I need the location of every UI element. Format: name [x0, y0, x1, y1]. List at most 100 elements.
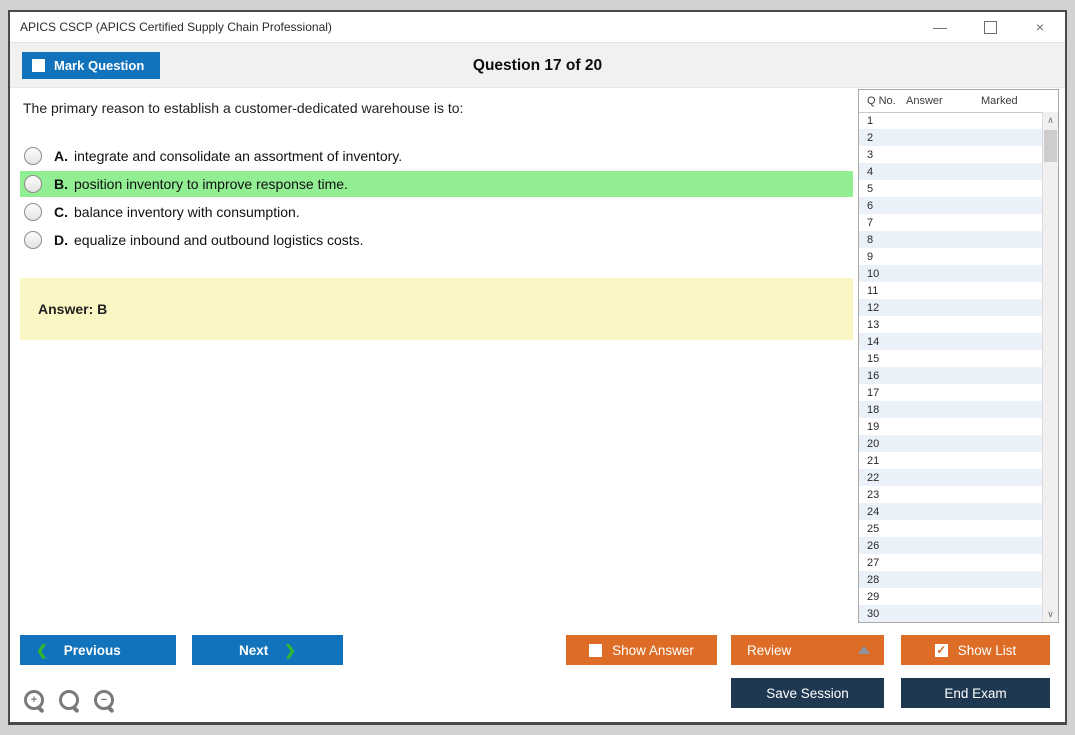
question-list-row[interactable]: 20 [859, 435, 1042, 452]
cell-c-q: 5 [867, 182, 874, 195]
cell-c-q: 27 [867, 556, 880, 569]
show-list-button[interactable]: Show List [901, 635, 1050, 665]
option-letter: A. [54, 148, 68, 164]
save-session-button[interactable]: Save Session [731, 678, 884, 708]
option-text: balance inventory with consumption. [74, 204, 300, 220]
app-window: APICS CSCP (APICS Certified Supply Chain… [8, 10, 1067, 725]
question-list-row[interactable]: 11 [859, 282, 1042, 299]
option-row-A[interactable]: A. integrate and consolidate an assortmen… [20, 143, 853, 169]
option-text: position inventory to improve response t… [74, 176, 348, 192]
option-text: equalize inbound and outbound logistics … [74, 232, 364, 248]
question-list-row[interactable]: 15 [859, 350, 1042, 367]
show-answer-button[interactable]: Show Answer [566, 635, 717, 665]
question-list-header: Q No. Answer Marked [859, 90, 1058, 113]
question-list-row[interactable]: 19 [859, 418, 1042, 435]
magnifier-handle [106, 705, 115, 714]
minimize-button[interactable]: — [915, 12, 965, 42]
scroll-up-icon[interactable]: ∧ [1043, 112, 1058, 128]
title-bar: APICS CSCP (APICS Certified Supply Chain… [10, 12, 1065, 42]
cell-c-q: 1 [867, 114, 874, 127]
review-dropdown-button[interactable]: Review [731, 635, 884, 665]
question-list-row[interactable]: 10 [859, 265, 1042, 282]
question-list-row[interactable]: 27 [859, 554, 1042, 571]
cell-c-q: 23 [867, 488, 880, 501]
question-list-panel: Q No. Answer Marked 1 2 3 4 5 6 7 8 9 10 11 12 13 14 1… [858, 89, 1059, 623]
question-list-row[interactable]: 12 [859, 299, 1042, 316]
question-list-row[interactable]: 18 [859, 401, 1042, 418]
cell-c-q: 6 [867, 199, 874, 212]
end-exam-label: End Exam [944, 685, 1007, 701]
option-row-C[interactable]: C. balance inventory with consumption. [20, 199, 853, 225]
maximize-button[interactable] [965, 12, 1015, 42]
window-title: APICS CSCP (APICS Certified Supply Chain… [20, 20, 332, 34]
cell-c-q: 18 [867, 403, 880, 416]
question-list-row[interactable]: 25 [859, 520, 1042, 537]
question-list-row[interactable]: 7 [859, 214, 1042, 231]
scrollbar-thumb[interactable] [1044, 130, 1057, 162]
option-row-B[interactable]: B. position inventory to improve response… [20, 171, 853, 197]
question-list-row[interactable]: 16 [859, 367, 1042, 384]
cell-c-q: 10 [867, 267, 880, 280]
question-list-row[interactable]: 13 [859, 316, 1042, 333]
question-list-row[interactable]: 4 [859, 163, 1042, 180]
zoom-reset-icon[interactable] [59, 690, 83, 714]
cell-c-q: 17 [867, 386, 880, 399]
question-list-row[interactable]: 1 [859, 112, 1042, 129]
mark-question-checkbox[interactable] [32, 59, 45, 72]
mark-question-label: Mark Question [54, 58, 145, 73]
question-list-row[interactable]: 24 [859, 503, 1042, 520]
question-list-row[interactable]: 2 [859, 129, 1042, 146]
scroll-down-icon[interactable]: ∨ [1043, 606, 1058, 622]
review-label: Review [747, 642, 792, 658]
option-text: integrate and consolidate an assortment … [74, 148, 403, 164]
answer-text: Answer: B [38, 301, 108, 317]
question-list-row[interactable]: 3 [859, 146, 1042, 163]
question-list-row[interactable]: 8 [859, 231, 1042, 248]
cell-c-q: 26 [867, 539, 880, 552]
column-header-marked: Marked [981, 95, 1018, 107]
question-list-row[interactable]: 17 [859, 384, 1042, 401]
question-list-row[interactable]: 23 [859, 486, 1042, 503]
question-list-row[interactable]: 6 [859, 197, 1042, 214]
question-list-row[interactable]: 14 [859, 333, 1042, 350]
header-band: Question 17 of 20 Mark Question [10, 42, 1065, 88]
cell-c-q: 25 [867, 522, 880, 535]
previous-button[interactable]: ❮ Previous [20, 635, 176, 665]
zoom-in-icon[interactable]: + [24, 690, 48, 714]
close-button[interactable]: × [1015, 12, 1065, 42]
show-answer-label: Show Answer [612, 642, 694, 658]
question-list-scrollbar[interactable]: ∧ ∨ [1042, 112, 1058, 622]
radio-button[interactable] [24, 203, 42, 221]
radio-button[interactable] [24, 175, 42, 193]
magnifier-handle [71, 705, 80, 714]
cell-c-q: 9 [867, 250, 874, 263]
question-list-row[interactable]: 29 [859, 588, 1042, 605]
save-session-label: Save Session [766, 685, 849, 701]
question-list-row[interactable]: 21 [859, 452, 1042, 469]
end-exam-button[interactable]: End Exam [901, 678, 1050, 708]
cell-c-q: 30 [867, 607, 880, 620]
cell-c-q: 11 [867, 284, 879, 297]
option-letter: D. [54, 232, 68, 248]
question-list-row[interactable]: 5 [859, 180, 1042, 197]
show-answer-checkbox[interactable] [589, 643, 603, 657]
window-controls: — × [915, 12, 1065, 42]
answer-box: Answer: B [20, 278, 853, 340]
question-list-row[interactable]: 26 [859, 537, 1042, 554]
radio-button[interactable] [24, 147, 42, 165]
chevron-right-icon: ❯ [284, 641, 296, 658]
next-button[interactable]: Next ❯ [192, 635, 343, 665]
question-list-row[interactable]: 9 [859, 248, 1042, 265]
question-list-row[interactable]: 28 [859, 571, 1042, 588]
question-list-row[interactable]: 22 [859, 469, 1042, 486]
maximize-icon [983, 20, 997, 34]
option-row-D[interactable]: D. equalize inbound and outbound logistic… [20, 227, 853, 253]
zoom-out-icon[interactable]: − [94, 690, 118, 714]
show-list-checkbox[interactable] [934, 643, 948, 657]
mark-question-button[interactable]: Mark Question [22, 52, 161, 79]
question-list-row[interactable]: 30 [859, 605, 1042, 622]
cell-c-q: 19 [867, 420, 880, 433]
radio-button[interactable] [24, 231, 42, 249]
question-text: The primary reason to establish a custom… [23, 100, 464, 116]
cell-c-q: 3 [867, 148, 874, 161]
